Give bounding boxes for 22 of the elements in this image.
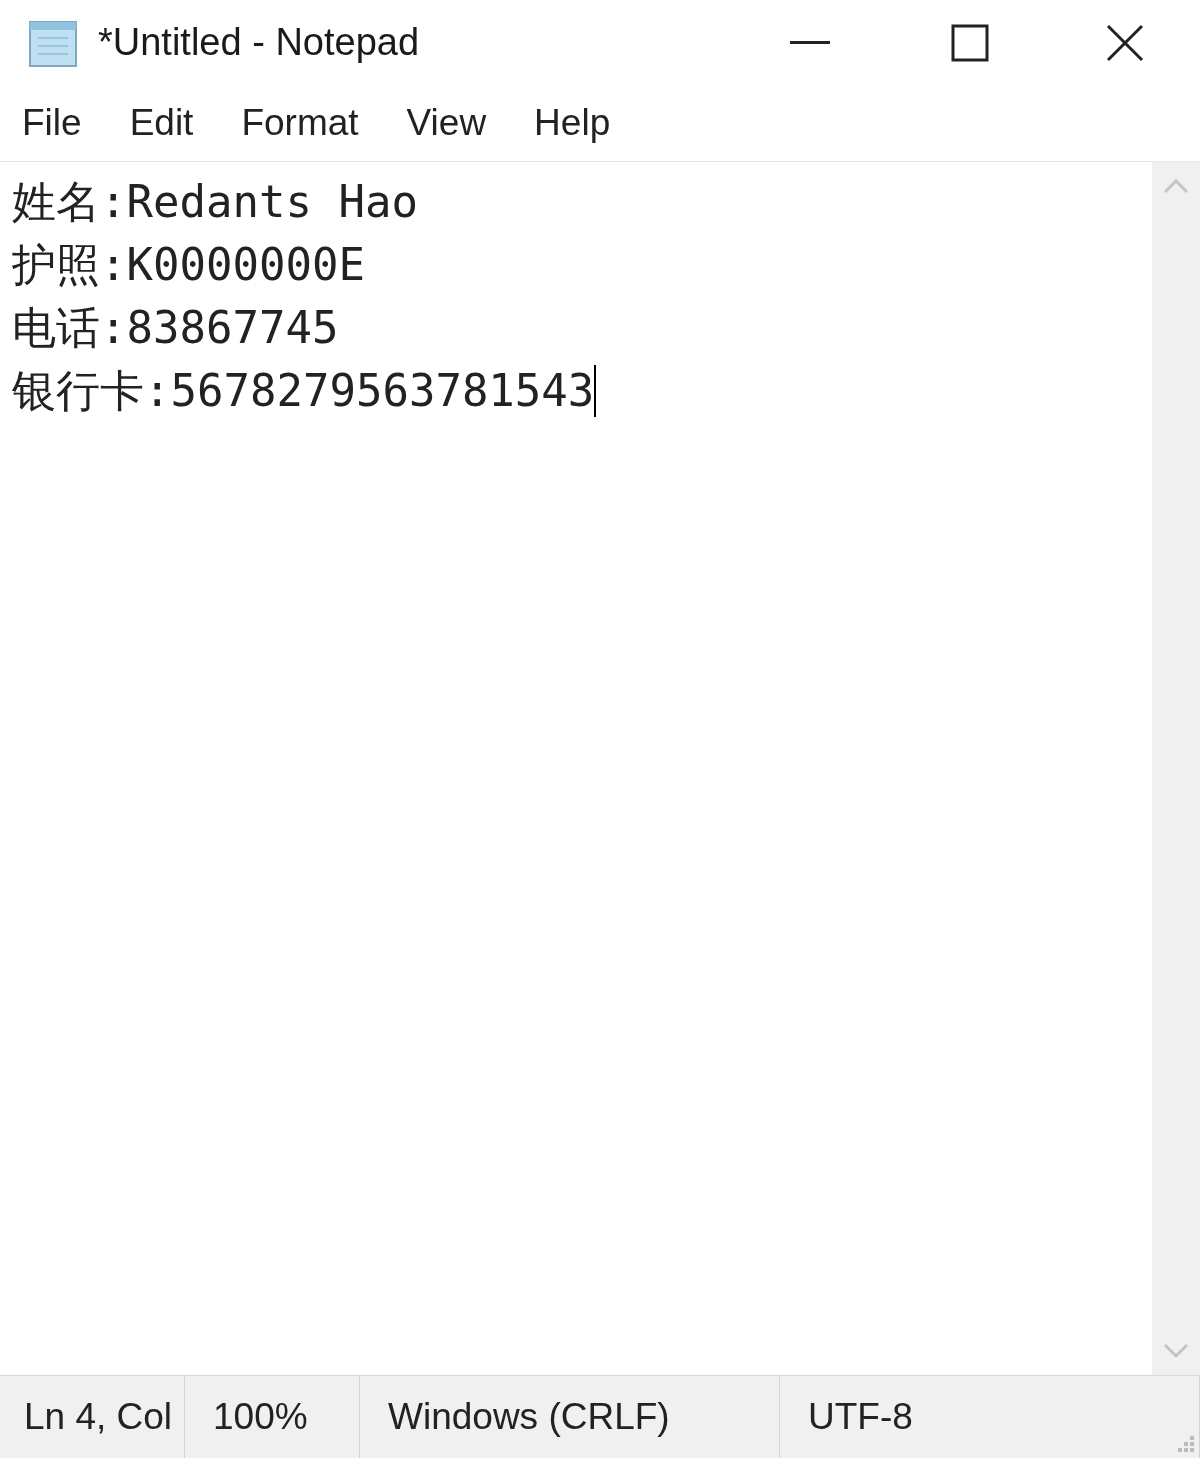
text-cursor xyxy=(594,364,597,417)
scroll-up-icon[interactable] xyxy=(1163,178,1189,194)
text-line: 电话:83867745 xyxy=(12,301,339,355)
menu-item[interactable]: View xyxy=(406,95,487,151)
maximize-icon xyxy=(951,23,989,62)
menu-item[interactable]: Help xyxy=(534,95,611,151)
menu-item[interactable]: Format xyxy=(241,95,359,151)
status-text: Ln 4, Col xyxy=(24,1395,173,1440)
minimize-icon xyxy=(790,40,830,45)
status-text: 100% xyxy=(213,1395,308,1440)
text-line: 银行卡:5678279563781543 xyxy=(12,364,595,418)
text-area[interactable]: 姓名:Redants Hao 护照:K0000000E 电话:83867745 银行卡:5678279563781543 xyxy=(0,162,1152,1375)
status-text: Windows (CRLF) xyxy=(388,1395,670,1440)
menu-item[interactable]: File xyxy=(22,95,82,151)
scroll-down-icon[interactable] xyxy=(1163,1343,1189,1359)
menu-item[interactable]: Edit xyxy=(129,95,194,151)
vertical-scrollbar[interactable] xyxy=(1152,162,1200,1375)
status-text: UTF-8 xyxy=(808,1395,913,1440)
text-line: 姓名:Redants Hao xyxy=(12,175,418,229)
text-line: 护照:K0000000E xyxy=(12,238,365,292)
window-title: *Untitled - Notepad xyxy=(98,20,420,65)
close-icon xyxy=(1106,23,1144,62)
